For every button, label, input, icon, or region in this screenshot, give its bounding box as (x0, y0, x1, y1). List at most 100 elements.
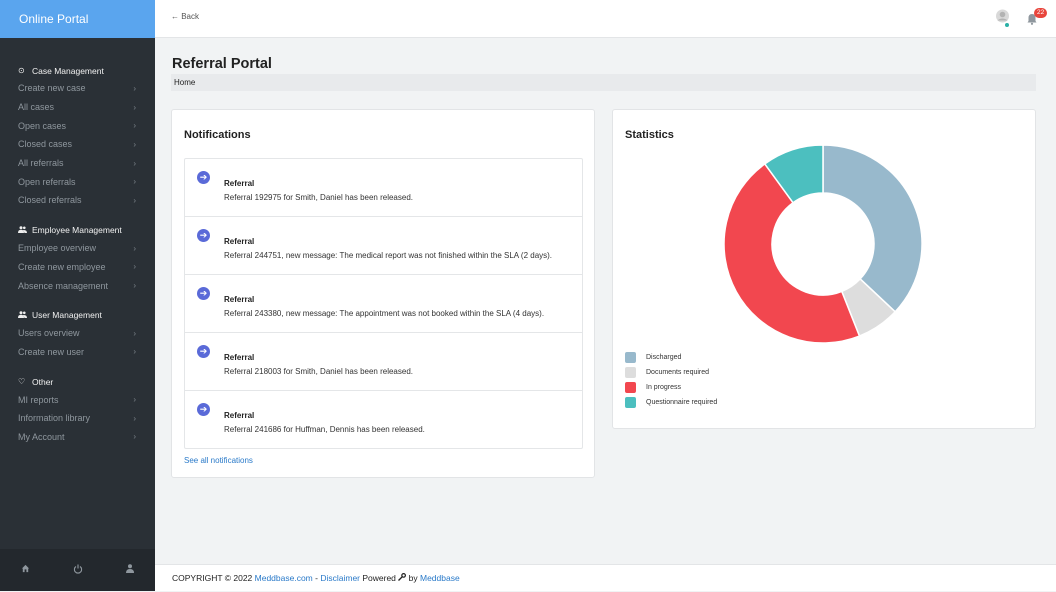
legend-swatch (625, 382, 636, 393)
chevron-right-icon: › (133, 195, 136, 205)
legend-item[interactable]: Questionnaire required (625, 395, 717, 410)
nav-heading[interactable]: ♡ Other (0, 373, 155, 390)
sidebar-item-label: My Account (18, 431, 65, 442)
sidebar-item[interactable]: Create new user › (0, 343, 155, 362)
by-text: by (406, 573, 420, 583)
notification-title: Referral (224, 295, 255, 304)
notification-item[interactable]: ➔ Referral Referral 243380, new message: T… (185, 275, 582, 333)
sidebar-item-label: Closed cases (18, 139, 73, 150)
sidebar-item[interactable]: Open referrals › (0, 172, 155, 191)
chevron-right-icon: › (133, 432, 136, 442)
sidebar-item[interactable]: Information library › (0, 409, 155, 428)
arrow-right-circle-icon: ➔ (197, 345, 210, 358)
notifications-card: Notifications ➔ Referral Referral 192975 f… (171, 109, 595, 478)
users-icon (18, 226, 29, 235)
legend-item[interactable]: In progress (625, 380, 717, 395)
arrow-right-circle-icon: ➔ (197, 403, 210, 416)
notification-list: ➔ Referral Referral 192975 for Smith, Dani… (184, 158, 583, 449)
sidebar-item[interactable]: All referrals › (0, 154, 155, 173)
sidebar-item-label: MI reports (18, 394, 59, 405)
chevron-right-icon: › (133, 281, 136, 291)
notification-title: Referral (224, 237, 255, 246)
nav-heading-label: Case Management (32, 65, 104, 76)
legend-label: Documents required (646, 369, 710, 376)
notification-item[interactable]: ➔ Referral Referral 241686 for Huffman, De… (185, 391, 582, 448)
sidebar-footer (0, 549, 155, 591)
notification-title: Referral (224, 353, 255, 362)
chevron-right-icon: › (133, 102, 136, 112)
arrow-right-circle-icon: ➔ (197, 287, 210, 300)
nav-heading-label: Other (32, 376, 54, 387)
nav-group-spacer (0, 214, 155, 222)
chevron-right-icon: › (133, 262, 136, 272)
power-icon[interactable] (73, 564, 83, 577)
arrow-right-circle-icon: ➔ (197, 171, 210, 184)
nav-group: User Management Users overview › Create new… (0, 307, 155, 361)
sidebar-item[interactable]: Open cases › (0, 116, 155, 135)
notification-text: Referral 243380, new message: The appoin… (224, 309, 545, 318)
brand-logo[interactable]: Online Portal (0, 0, 155, 38)
notification-text: Referral 192975 for Smith, Daniel has be… (224, 193, 413, 202)
sidebar-item-label: Create new user (18, 346, 85, 357)
sidebar: Online Portal ⊙ Case Management Create new… (0, 0, 155, 591)
legend-label: In progress (646, 384, 682, 391)
sidebar-nav: ⊙ Case Management Create new case › All case… (0, 38, 155, 446)
nav-group-spacer (0, 365, 155, 373)
page-title: Referral Portal (172, 56, 272, 72)
nav-heading[interactable]: ⊙ Case Management (0, 62, 155, 79)
see-all-notifications-link[interactable]: See all notifications (184, 456, 253, 465)
meddbase-vendor-link[interactable]: Meddbase (420, 573, 460, 583)
sidebar-item[interactable]: Users overview › (0, 324, 155, 343)
sidebar-item[interactable]: All cases › (0, 98, 155, 117)
sidebar-item[interactable]: Closed referrals › (0, 191, 155, 210)
legend-label: Questionnaire required (646, 399, 718, 406)
legend-item[interactable]: Discharged (625, 350, 717, 365)
breadcrumb-home[interactable]: Home (174, 78, 195, 87)
notification-title: Referral (224, 411, 255, 420)
nav-group-spacer (0, 299, 155, 307)
disclaimer-link[interactable]: Disclaimer (320, 573, 360, 583)
sidebar-item[interactable]: Create new case › (0, 79, 155, 98)
nav-heading[interactable]: Employee Management (0, 222, 155, 239)
sidebar-item-label: Open cases (18, 120, 67, 131)
legend-swatch (625, 352, 636, 363)
chevron-right-icon: › (133, 177, 136, 187)
sidebar-item-label: Employee overview (18, 243, 97, 254)
sidebar-item[interactable]: Absence management › (0, 276, 155, 295)
sidebar-item-label: Absence management (18, 280, 109, 291)
notification-text: Referral 241686 for Huffman, Dennis has … (224, 425, 425, 434)
chart-legend: Discharged Documents required In progress Q… (625, 350, 717, 410)
back-link[interactable]: ← Back (171, 12, 199, 21)
donut-chart (723, 144, 923, 344)
sidebar-item[interactable]: Closed cases › (0, 135, 155, 154)
notification-item[interactable]: ➔ Referral Referral 218003 for Smith, Dani… (185, 333, 582, 391)
nav-heading[interactable]: User Management (0, 307, 155, 324)
meddbase-site-link[interactable]: Meddbase.com (255, 573, 313, 583)
page-footer: COPYRIGHT © 2022 Meddbase.com - Disclaim… (155, 564, 1056, 591)
circle-chevron-icon: ⊙ (18, 66, 25, 75)
chevron-right-icon: › (133, 328, 136, 338)
donut-slice[interactable] (822, 144, 923, 313)
home-icon[interactable] (21, 564, 30, 576)
chevron-right-icon: › (133, 395, 136, 405)
sidebar-item[interactable]: My Account › (0, 428, 155, 447)
sidebar-item[interactable]: MI reports › (0, 390, 155, 409)
arrow-right-circle-icon: ➔ (197, 229, 210, 242)
sidebar-item[interactable]: Create new employee › (0, 258, 155, 277)
legend-item[interactable]: Documents required (625, 365, 717, 380)
chevron-right-icon: › (133, 158, 136, 168)
chevron-right-icon: › (133, 121, 136, 131)
breadcrumb: Home (171, 74, 1036, 91)
heart-icon: ♡ (18, 377, 26, 387)
sidebar-item[interactable]: Employee overview › (0, 239, 155, 258)
users-icon (18, 311, 29, 320)
notification-item[interactable]: ➔ Referral Referral 192975 for Smith, Dani… (185, 159, 582, 217)
notification-text: Referral 244751, new message: The medica… (224, 251, 553, 260)
sidebar-item-label: Create new employee (18, 261, 106, 272)
user-icon[interactable] (125, 564, 134, 576)
avatar-icon[interactable] (994, 9, 1011, 29)
notification-item[interactable]: ➔ Referral Referral 244751, new message: T… (185, 217, 582, 275)
legend-label: Discharged (646, 354, 682, 361)
notification-count-badge: 22 (1034, 8, 1048, 18)
sidebar-item-label: Open referrals (18, 176, 76, 187)
